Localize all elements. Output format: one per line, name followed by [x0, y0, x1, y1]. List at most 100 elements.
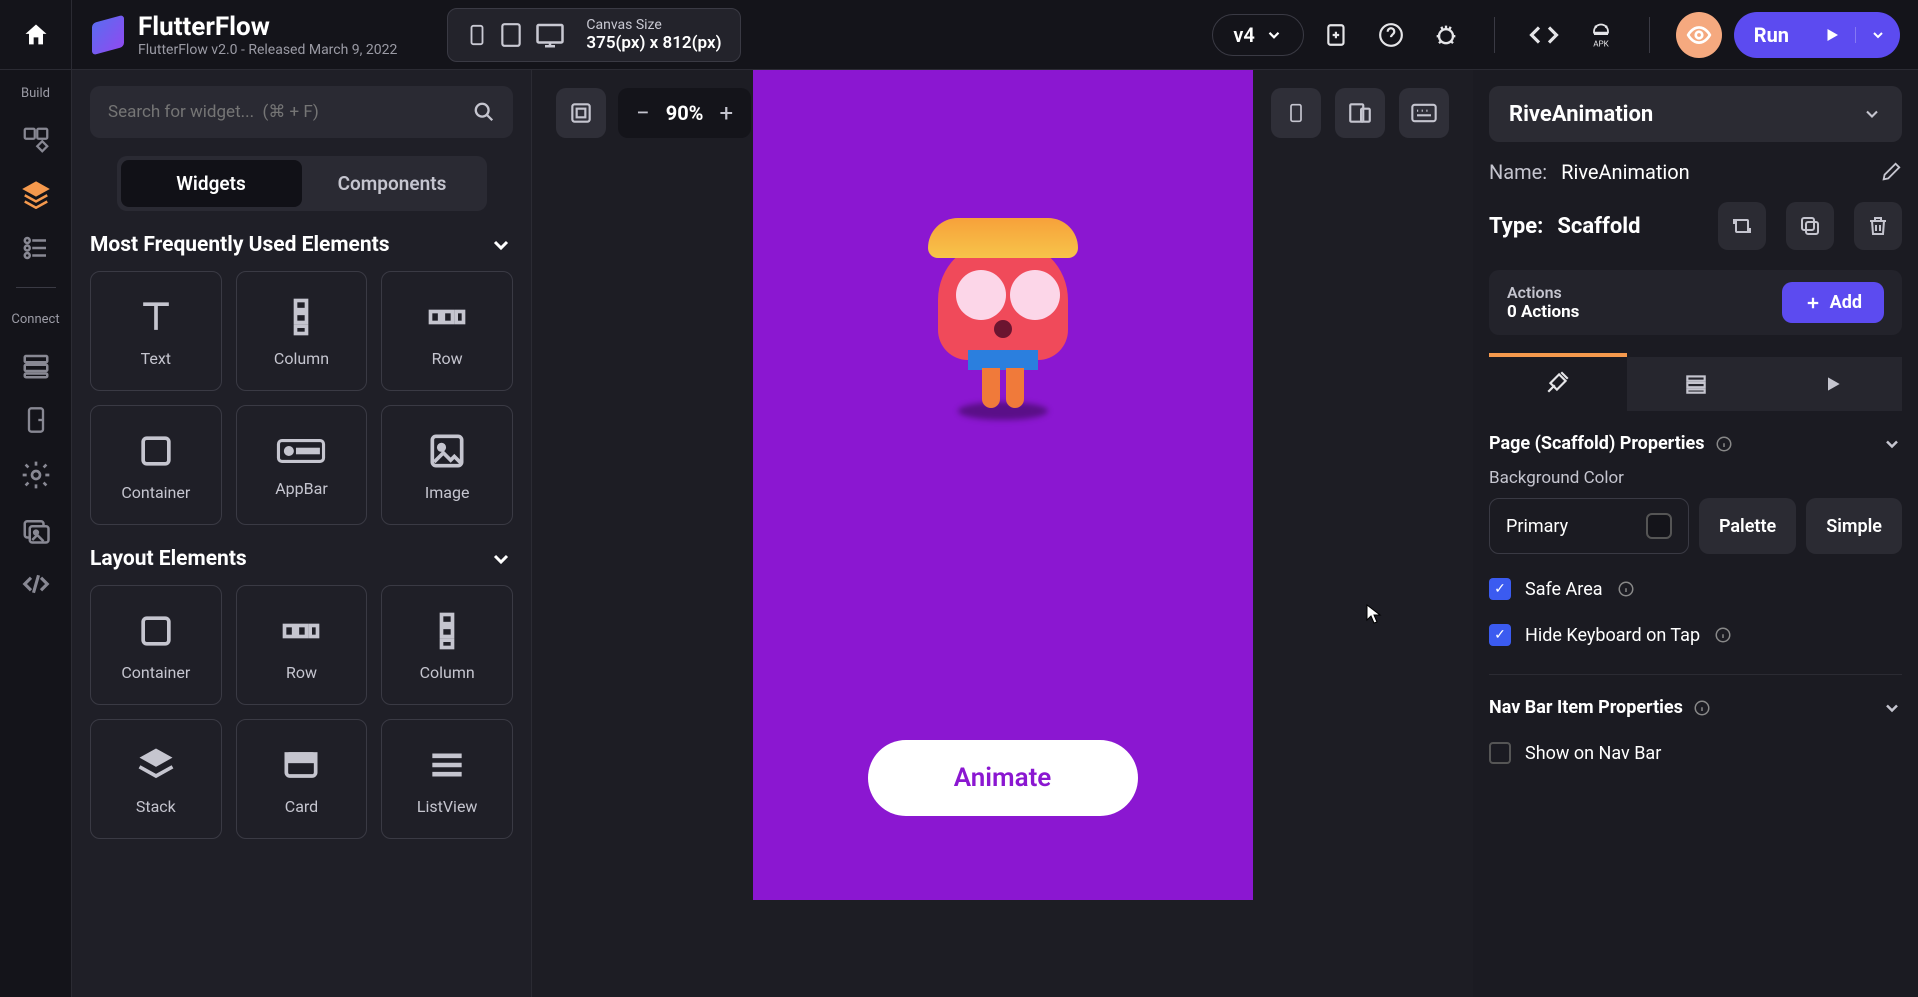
widget-search[interactable] [90, 86, 513, 138]
rotate-button[interactable] [1718, 202, 1766, 250]
widget-listview[interactable]: ListView [381, 719, 513, 839]
hide-keyboard-label: Hide Keyboard on Tap [1525, 625, 1700, 646]
apk-button[interactable]: APK [1587, 21, 1615, 49]
section-layout-title: Layout Elements [90, 547, 247, 571]
zoom-in-button[interactable]: + [719, 99, 733, 127]
rail-tree-icon[interactable] [21, 233, 51, 263]
info-icon[interactable] [1715, 435, 1733, 453]
collapse-button[interactable] [1882, 698, 1902, 718]
widget-card[interactable]: Card [236, 719, 368, 839]
rail-database-icon[interactable] [21, 351, 51, 381]
preview-button[interactable] [1676, 12, 1722, 58]
code-button[interactable] [1529, 20, 1559, 50]
color-swatch [1646, 513, 1672, 539]
home-button[interactable] [0, 0, 72, 70]
delete-button[interactable] [1854, 202, 1902, 250]
rail-settings-icon[interactable] [20, 459, 52, 491]
safe-area-checkbox[interactable]: ✓ [1489, 578, 1511, 600]
zoom-control: − 90% + [618, 88, 751, 138]
help-button[interactable] [1378, 22, 1404, 48]
tab-components[interactable]: Components [302, 160, 483, 207]
rail-layers-icon[interactable] [21, 179, 51, 209]
rail-code-icon[interactable] [21, 569, 51, 599]
desktop-icon [534, 20, 566, 50]
phone-icon [466, 20, 488, 50]
rive-character [918, 200, 1088, 420]
chevron-down-icon[interactable] [489, 233, 513, 257]
zoom-out-button[interactable]: − [636, 99, 650, 127]
search-input[interactable] [108, 102, 473, 122]
tablet-icon [498, 20, 524, 50]
brand-name: FlutterFlow [138, 12, 397, 42]
search-icon [473, 101, 495, 123]
copy-button[interactable] [1786, 202, 1834, 250]
bg-color-field[interactable]: Primary [1489, 498, 1689, 554]
animate-button[interactable]: Animate [868, 740, 1138, 816]
widget-text[interactable]: Text [90, 271, 222, 391]
actions-count: 0 Actions [1507, 302, 1579, 322]
info-icon[interactable] [1714, 626, 1732, 644]
rail-connect-label: Connect [11, 312, 59, 327]
rail-widgets-icon[interactable] [21, 125, 51, 155]
run-dropdown[interactable] [1855, 27, 1900, 43]
rail-media-icon[interactable] [21, 515, 51, 545]
canvas-size-value: 375(px) x 812(px) [586, 33, 721, 53]
edit-name-button[interactable] [1880, 161, 1902, 183]
plus-icon [1804, 294, 1822, 312]
version-selector[interactable]: v4 [1212, 14, 1303, 56]
brand-logo-icon [92, 14, 124, 55]
show-navbar-checkbox[interactable] [1489, 742, 1511, 764]
info-icon[interactable] [1693, 699, 1711, 717]
widget-stack[interactable]: Stack [90, 719, 222, 839]
safe-area-label: Safe Area [1525, 579, 1603, 600]
widget-column[interactable]: Column [236, 271, 368, 391]
hide-keyboard-checkbox[interactable]: ✓ [1489, 624, 1511, 646]
widget-container[interactable]: Container [90, 405, 222, 525]
page-properties-title: Page (Scaffold) Properties [1489, 433, 1705, 454]
canvas-size-label: Canvas Size [586, 17, 721, 33]
widget-row2[interactable]: Row [236, 585, 368, 705]
info-icon[interactable] [1617, 580, 1635, 598]
palette-button[interactable]: Palette [1699, 498, 1796, 554]
proptab-style[interactable] [1489, 353, 1627, 407]
proptab-animate[interactable] [1764, 357, 1902, 411]
breadcrumb[interactable]: RiveAnimation [1489, 86, 1902, 142]
chevron-down-icon[interactable] [489, 547, 513, 571]
widget-row[interactable]: Row [381, 271, 513, 391]
type-value: Scaffold [1557, 214, 1640, 239]
snap-button[interactable] [556, 88, 606, 138]
collapse-button[interactable] [1882, 434, 1902, 454]
run-button[interactable]: Run [1734, 12, 1900, 58]
widget-image[interactable]: Image [381, 405, 513, 525]
add-action-button[interactable]: Add [1782, 282, 1884, 323]
tool-mobile[interactable] [1271, 88, 1321, 138]
rail-device-icon[interactable] [22, 405, 50, 435]
widget-appbar[interactable]: AppBar [236, 405, 368, 525]
rail-build-label: Build [21, 86, 50, 101]
chevron-down-icon [1862, 104, 1882, 124]
brand: FlutterFlow FlutterFlow v2.0 - Released … [72, 12, 417, 58]
play-icon [1809, 26, 1855, 44]
type-label: Type: [1489, 214, 1543, 239]
canvas-phone[interactable]: Animate [753, 70, 1253, 900]
name-label: Name: [1489, 160, 1547, 184]
svg-text:APK: APK [1593, 38, 1609, 48]
bug-button[interactable] [1432, 21, 1460, 49]
show-navbar-label: Show on Nav Bar [1525, 743, 1661, 764]
section-frequent-title: Most Frequently Used Elements [90, 233, 390, 257]
tool-devices[interactable] [1335, 88, 1385, 138]
widget-column2[interactable]: Column [381, 585, 513, 705]
device-selector[interactable]: Canvas Size 375(px) x 812(px) [447, 8, 740, 62]
tool-keyboard[interactable] [1399, 88, 1449, 138]
name-value: RiveAnimation [1561, 160, 1690, 184]
chevron-down-icon [1265, 26, 1283, 44]
add-page-button[interactable] [1324, 22, 1350, 48]
proptab-data[interactable] [1627, 357, 1765, 411]
actions-label: Actions [1507, 283, 1579, 302]
simple-button[interactable]: Simple [1806, 498, 1902, 554]
tab-widgets[interactable]: Widgets [121, 160, 302, 207]
widget-container2[interactable]: Container [90, 585, 222, 705]
zoom-value: 90% [666, 101, 704, 125]
bg-color-label: Background Color [1489, 468, 1902, 488]
brand-subtitle: FlutterFlow v2.0 - Released March 9, 202… [138, 42, 397, 58]
